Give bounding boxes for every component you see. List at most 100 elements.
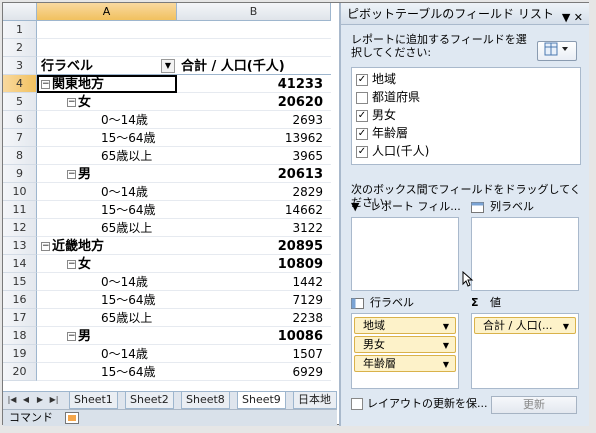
row-labels-area[interactable]: 地域 ▼ 男女 ▼ 年齢層 ▼ xyxy=(351,313,459,389)
defer-update-checkbox[interactable] xyxy=(351,398,363,410)
row-header[interactable]: 5 xyxy=(3,93,37,111)
column-header-b[interactable]: B xyxy=(177,3,331,21)
cell-a[interactable]: 15～64歳 xyxy=(37,201,177,219)
cell-a[interactable]: 0～14歳 xyxy=(37,345,177,363)
row-header[interactable]: 3 xyxy=(3,57,37,75)
cell-a[interactable]: 0～14歳 xyxy=(37,111,177,129)
row-header[interactable]: 6 xyxy=(3,111,37,129)
cell-a[interactable]: − 女 xyxy=(37,255,177,273)
column-header-a[interactable]: A xyxy=(37,3,177,21)
tab-nihonchi[interactable]: 日本地 xyxy=(293,392,337,409)
field-item-agegroup[interactable]: ✓ 年齢層 xyxy=(356,124,576,142)
value-cell[interactable] xyxy=(177,21,331,39)
value-cell[interactable]: 6929 xyxy=(177,363,331,381)
cell-a[interactable]: − 男 xyxy=(37,165,177,183)
value-cell[interactable]: 1442 xyxy=(177,273,331,291)
value-cell[interactable]: 2238 xyxy=(177,309,331,327)
pane-title-controls[interactable]: ▼ ✕ xyxy=(562,7,583,29)
row-header[interactable]: 1 xyxy=(3,21,37,39)
field-item-population[interactable]: ✓ 人口(千人) xyxy=(356,142,576,160)
collapse-toggle-icon[interactable]: − xyxy=(41,80,50,89)
cell-a[interactable]: 15～64歳 xyxy=(37,363,177,381)
cell-a[interactable]: 15～64歳 xyxy=(37,129,177,147)
value-cell[interactable]: 1507 xyxy=(177,345,331,363)
cell-a[interactable]: 65歳以上 xyxy=(37,147,177,165)
value-cell[interactable]: 20620 xyxy=(177,93,331,111)
cell-a[interactable]: − 女 xyxy=(37,93,177,111)
value-cell[interactable]: 41233 xyxy=(177,75,331,93)
last-sheet-icon[interactable]: ▶| xyxy=(49,394,59,406)
row-header[interactable]: 16 xyxy=(3,291,37,309)
cell-a[interactable]: 0～14歳 xyxy=(37,273,177,291)
value-cell[interactable]: 3965 xyxy=(177,147,331,165)
prev-sheet-icon[interactable]: ◀ xyxy=(21,394,31,406)
chip-dropdown-icon[interactable]: ▼ xyxy=(443,319,449,334)
row-header[interactable]: 9 xyxy=(3,165,37,183)
field-checkbox[interactable]: ✓ xyxy=(356,145,368,158)
collapse-toggle-icon[interactable]: − xyxy=(67,170,76,179)
next-sheet-icon[interactable]: ▶ xyxy=(35,394,45,406)
collapse-toggle-icon[interactable]: − xyxy=(41,242,50,251)
update-button[interactable]: 更新 xyxy=(491,396,577,414)
cell-a[interactable]: − 近畿地方 xyxy=(37,237,177,255)
row-label-filter-icon[interactable]: ▼ xyxy=(161,59,175,73)
chip-dropdown-icon[interactable]: ▼ xyxy=(443,338,449,353)
row-chip-gender[interactable]: 男女 ▼ xyxy=(354,336,456,353)
row-header[interactable]: 7 xyxy=(3,129,37,147)
chip-dropdown-icon[interactable]: ▼ xyxy=(443,357,449,372)
collapse-toggle-icon[interactable]: − xyxy=(67,332,76,341)
row-chip-region[interactable]: 地域 ▼ xyxy=(354,317,456,334)
row-header[interactable]: 18 xyxy=(3,327,37,345)
layout-options-button[interactable] xyxy=(537,41,577,61)
collapse-toggle-icon[interactable]: − xyxy=(67,260,76,269)
value-cell[interactable]: 3122 xyxy=(177,219,331,237)
value-cell[interactable]: 2693 xyxy=(177,111,331,129)
column-labels-area[interactable] xyxy=(471,217,579,291)
values-area[interactable]: 合計 / 人口(... ▼ xyxy=(471,313,579,389)
tab-sheet8[interactable]: Sheet8 xyxy=(181,392,230,409)
row-header[interactable]: 12 xyxy=(3,219,37,237)
field-item-prefecture[interactable]: 都道府県 xyxy=(356,88,576,106)
value-cell[interactable]: 13962 xyxy=(177,129,331,147)
defer-update-row[interactable]: レイアウトの更新を保... xyxy=(351,395,488,413)
cell-a[interactable]: 65歳以上 xyxy=(37,219,177,237)
row-header[interactable]: 8 xyxy=(3,147,37,165)
value-cell[interactable]: 10086 xyxy=(177,327,331,345)
report-filter-area[interactable] xyxy=(351,217,459,291)
cell-a[interactable]: 行ラベル ▼ xyxy=(37,57,177,75)
field-checkbox[interactable]: ✓ xyxy=(356,109,368,122)
cell-a[interactable]: 15～64歳 xyxy=(37,291,177,309)
value-cell[interactable]: 14662 xyxy=(177,201,331,219)
field-list[interactable]: ✓ 地域 都道府県 ✓ 男女 ✓ 年齢層 ✓ 人口(千人) xyxy=(351,67,581,165)
tab-sheet1[interactable]: Sheet1 xyxy=(69,392,118,409)
value-cell[interactable] xyxy=(177,39,331,57)
value-cell[interactable]: 2829 xyxy=(177,183,331,201)
collapse-toggle-icon[interactable]: − xyxy=(67,98,76,107)
value-chip-population-sum[interactable]: 合計 / 人口(... ▼ xyxy=(474,317,576,334)
value-cell[interactable]: 7129 xyxy=(177,291,331,309)
value-cell[interactable]: 10809 xyxy=(177,255,331,273)
row-header[interactable]: 14 xyxy=(3,255,37,273)
row-chip-agegroup[interactable]: 年齢層 ▼ xyxy=(354,355,456,372)
cell-a[interactable]: − 男 xyxy=(37,327,177,345)
tab-sheet2[interactable]: Sheet2 xyxy=(125,392,174,409)
tab-sheet9[interactable]: Sheet9 xyxy=(237,392,286,409)
row-header[interactable]: 4 xyxy=(3,75,37,93)
chip-dropdown-icon[interactable]: ▼ xyxy=(563,319,569,334)
cell-a[interactable]: 0～14歳 xyxy=(37,183,177,201)
row-header[interactable]: 10 xyxy=(3,183,37,201)
row-header[interactable]: 15 xyxy=(3,273,37,291)
field-item-region[interactable]: ✓ 地域 xyxy=(356,70,576,88)
cell-a[interactable] xyxy=(37,21,177,39)
row-header[interactable]: 19 xyxy=(3,345,37,363)
cell-a[interactable]: 65歳以上 xyxy=(37,309,177,327)
row-header[interactable]: 13 xyxy=(3,237,37,255)
row-header[interactable]: 2 xyxy=(3,39,37,57)
field-checkbox[interactable] xyxy=(356,91,368,104)
macro-record-icon[interactable] xyxy=(65,412,79,424)
field-item-gender[interactable]: ✓ 男女 xyxy=(356,106,576,124)
row-header[interactable]: 11 xyxy=(3,201,37,219)
row-header[interactable]: 17 xyxy=(3,309,37,327)
values-header-cell[interactable]: 合計 / 人口(千人) xyxy=(177,57,331,75)
select-all-corner[interactable] xyxy=(3,3,37,21)
